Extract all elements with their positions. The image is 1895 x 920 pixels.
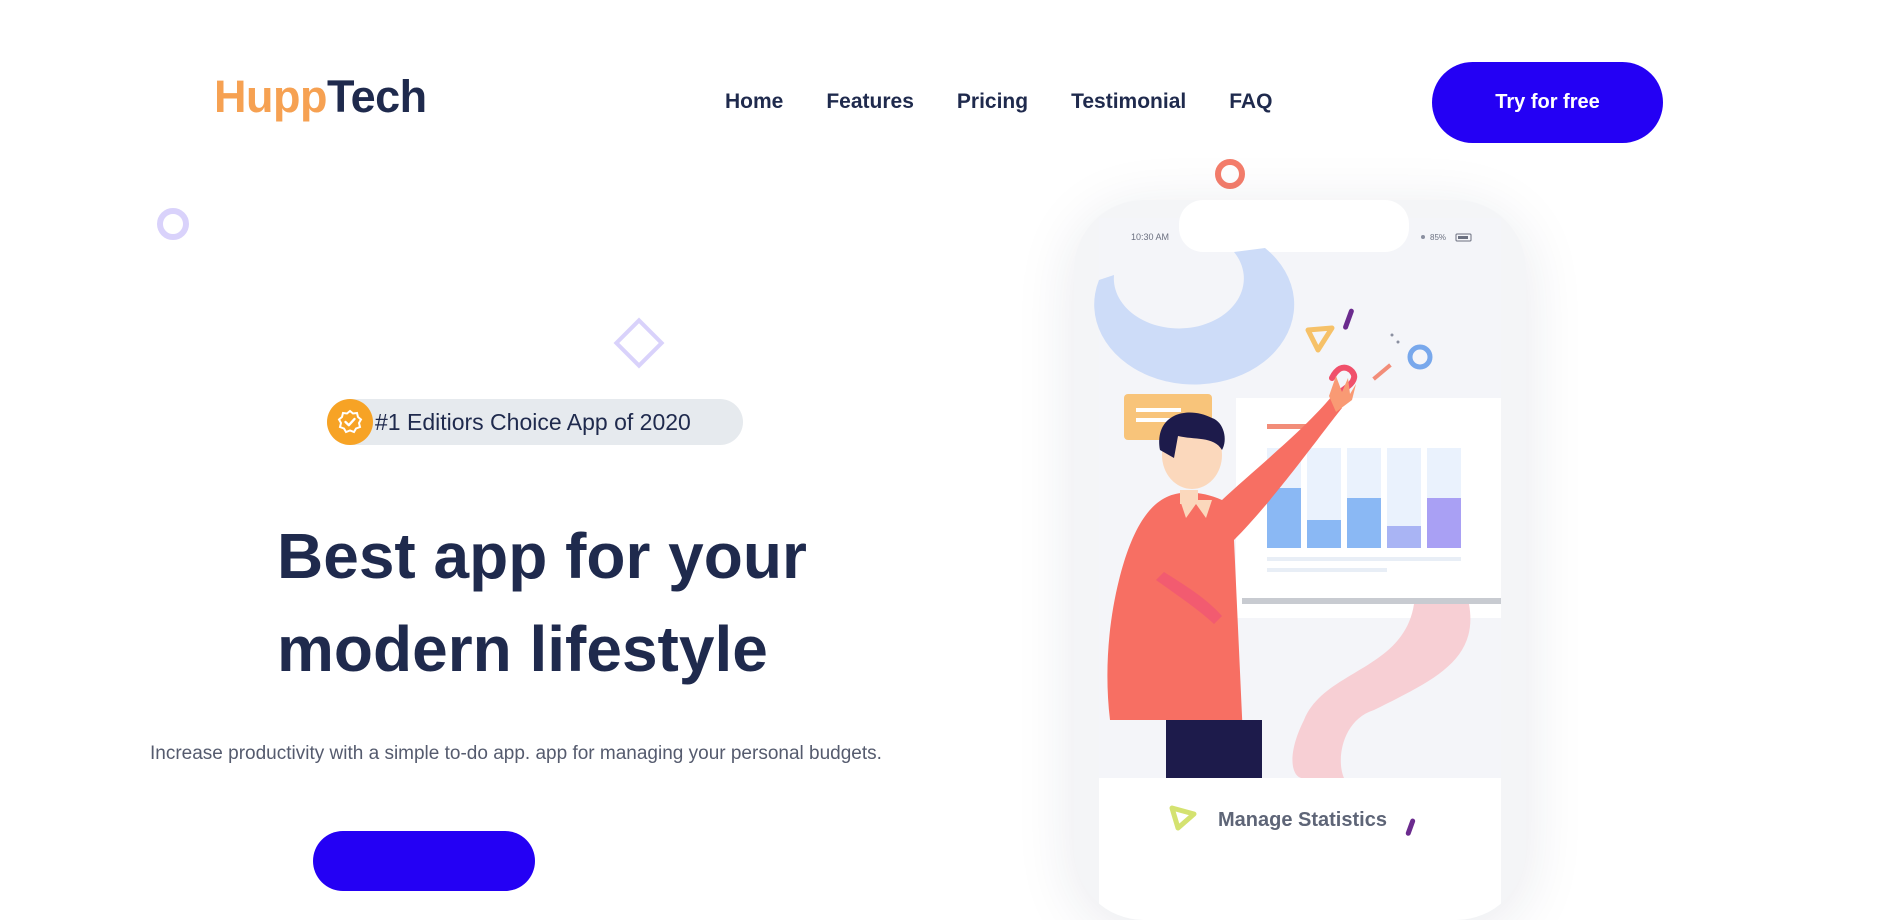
- badge-text: #1 Editiors Choice App of 2020: [375, 408, 691, 435]
- decor-diamond: [613, 317, 665, 369]
- nav-home[interactable]: Home: [725, 90, 783, 114]
- phone-mockup: 10:30 AM 85% Manage Statistics: [1074, 200, 1526, 920]
- logo[interactable]: HuppTech: [214, 74, 427, 119]
- card-title: Manage Statistics: [1218, 809, 1387, 831]
- hero-subtitle: Increase productivity with a simple to-d…: [150, 743, 882, 764]
- nav-testimonial[interactable]: Testimonial: [1071, 90, 1186, 114]
- hero-cta-button[interactable]: [313, 831, 535, 891]
- decor-ring: [157, 208, 189, 240]
- decor-ring-red: [1215, 159, 1245, 189]
- logo-part-tech: Tech: [326, 71, 427, 122]
- check-badge-icon: [327, 399, 373, 445]
- status-time: 10:30 AM: [1131, 232, 1169, 242]
- editors-choice-badge: #1 Editiors Choice App of 2020: [327, 399, 743, 445]
- nav-faq[interactable]: FAQ: [1229, 90, 1272, 114]
- hero-title-line-2: modern lifestyle: [277, 613, 768, 685]
- main-nav: Home Features Pricing Testimonial FAQ: [725, 90, 1272, 114]
- hero-title: Best app for your modern lifestyle: [277, 510, 977, 696]
- nav-pricing[interactable]: Pricing: [957, 90, 1028, 114]
- phone-illustration: 10:30 AM 85% Manage Statistics: [1094, 200, 1501, 920]
- nav-features[interactable]: Features: [826, 90, 914, 114]
- status-battery: 85%: [1430, 233, 1446, 242]
- try-for-free-button[interactable]: Try for free: [1432, 62, 1663, 143]
- hero-title-line-1: Best app for your: [277, 520, 807, 592]
- logo-part-hupp: Hupp: [214, 71, 327, 122]
